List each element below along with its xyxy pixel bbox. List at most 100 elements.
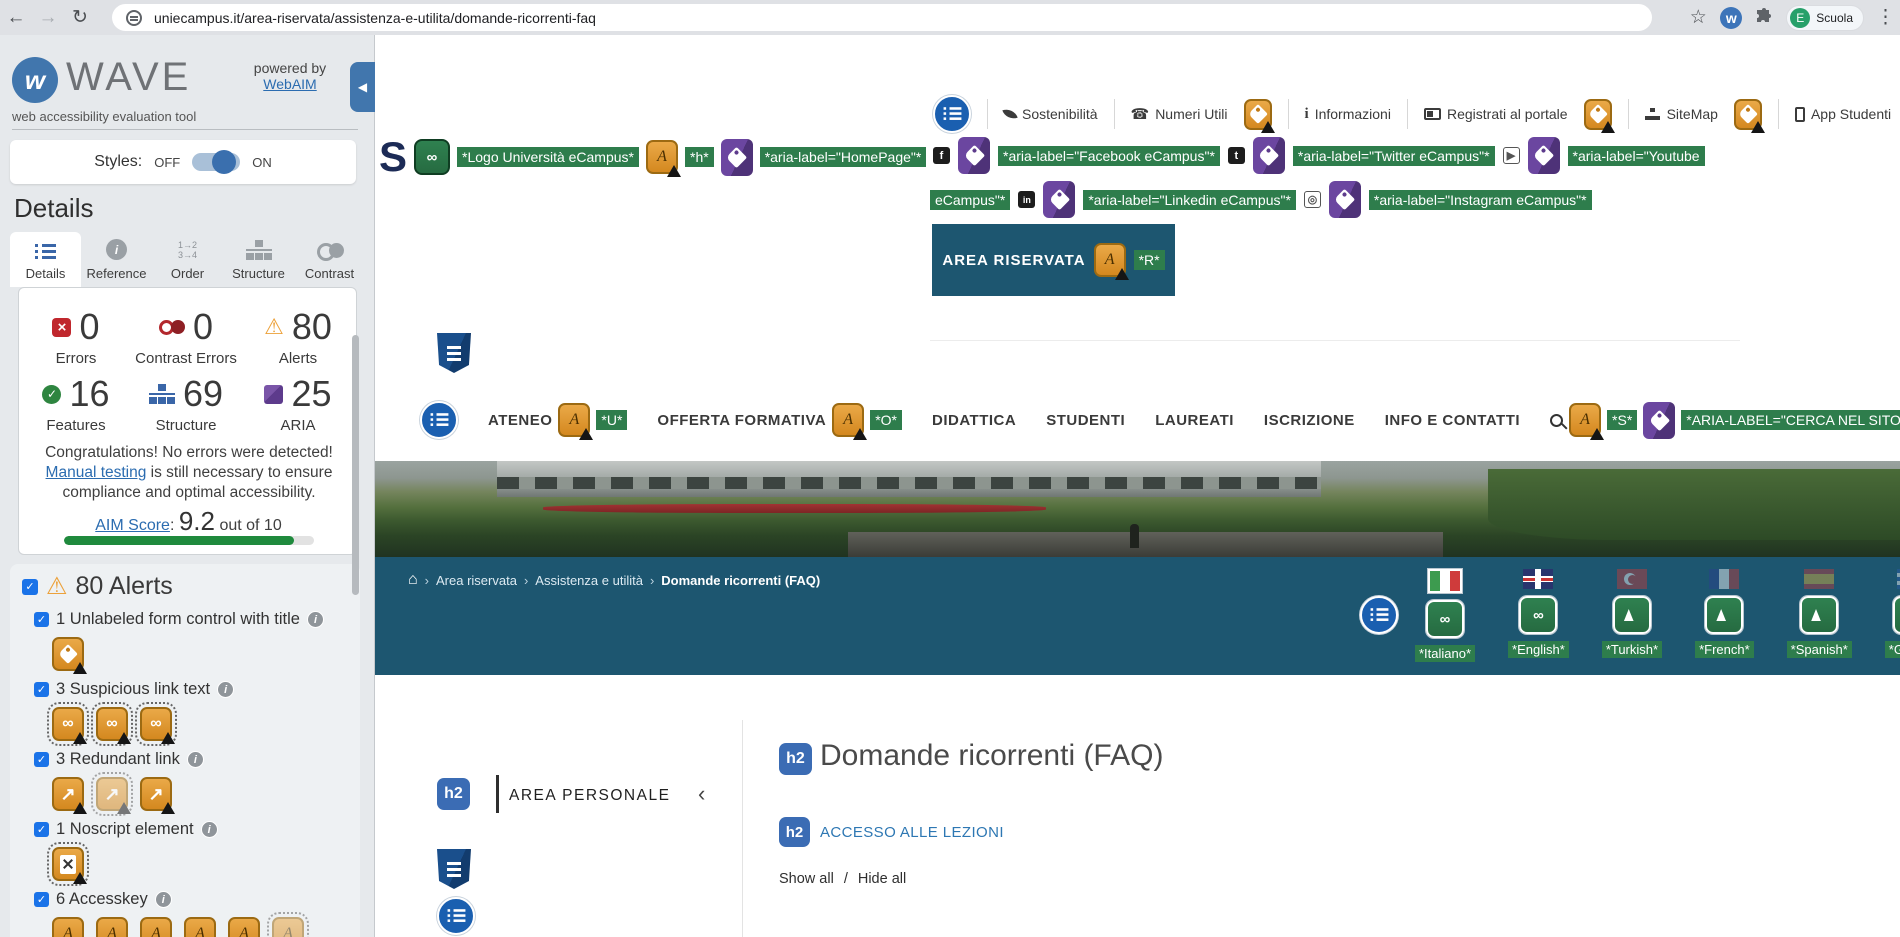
link-alert-icon[interactable]: ∞ xyxy=(47,702,89,746)
manual-testing-link[interactable]: Manual testing xyxy=(46,464,147,481)
collapse-menu-icon[interactable]: ‹ xyxy=(698,781,705,807)
toggle-knob[interactable] xyxy=(212,150,237,174)
info-icon[interactable]: i xyxy=(306,611,324,628)
utility-numeri-utili[interactable]: ☎ Numeri Utili xyxy=(1131,105,1228,123)
instagram-icon[interactable]: ◎ xyxy=(1303,191,1321,208)
hide-all-link[interactable]: Hide all xyxy=(858,871,906,887)
breadcrumb-assistenza[interactable]: Assistenza e utilità xyxy=(535,573,643,588)
lang-english[interactable]: ∞ *English* xyxy=(1508,569,1569,662)
accesskey-marker-icon[interactable] xyxy=(1583,98,1615,133)
utility-sostenibilita[interactable]: Sostenibilità xyxy=(1002,106,1098,122)
info-icon[interactable]: i xyxy=(154,891,172,908)
utility-informazioni[interactable]: i Informazioni xyxy=(1305,106,1391,123)
twitter-icon[interactable]: t xyxy=(1227,147,1245,164)
utility-app-studenti[interactable]: App Studenti xyxy=(1794,106,1891,122)
accesskey-alert-icon[interactable]: A xyxy=(267,912,309,937)
menu-list-icon[interactable] xyxy=(437,897,475,935)
accesskey-alert-icon[interactable]: A xyxy=(96,917,128,937)
webaim-link[interactable]: WebAIM xyxy=(263,76,316,92)
nav-item-laureati[interactable]: LAUREATI xyxy=(1155,412,1234,429)
accesskey-marker-icon[interactable]: A xyxy=(646,140,681,177)
link-alert-icon[interactable]: ∞ xyxy=(135,702,177,746)
accesskey-marker-icon[interactable]: A xyxy=(1093,243,1129,280)
tab-reference[interactable]: i Reference xyxy=(81,232,152,287)
area-personale-menu[interactable]: AREA PERSONALE xyxy=(509,787,670,805)
aria-label-icon[interactable] xyxy=(1643,401,1676,439)
tab-contrast[interactable]: Contrast xyxy=(294,232,365,287)
site-settings-icon[interactable] xyxy=(126,9,142,26)
alerts-master-checkbox[interactable]: ✓ xyxy=(22,578,38,595)
redundant-link-icon[interactable]: ↗ xyxy=(140,777,175,814)
accesskey-marker-icon[interactable] xyxy=(1243,98,1275,133)
panel-scrollbar-thumb[interactable] xyxy=(352,335,359,595)
alert-checkbox[interactable]: ✓ xyxy=(34,822,49,837)
info-icon[interactable]: i xyxy=(217,681,235,698)
accesskey-alert-icon[interactable]: A xyxy=(52,917,84,937)
profile-chip[interactable]: E Scuola xyxy=(1786,4,1864,31)
aria-label-icon[interactable] xyxy=(958,137,990,174)
wave-extension-icon[interactable]: w xyxy=(1720,6,1743,29)
alert-checkbox[interactable]: ✓ xyxy=(34,892,49,907)
section-link-accesso[interactable]: ACCESSO ALLE LEZIONI xyxy=(820,824,1004,841)
info-icon[interactable]: i xyxy=(186,751,204,768)
accesskey-marker-icon[interactable] xyxy=(1733,98,1765,133)
facebook-icon[interactable]: f xyxy=(933,147,950,164)
redundant-link-icon[interactable]: ↗ xyxy=(91,772,133,816)
form-tag-alert-icon[interactable] xyxy=(52,637,87,674)
nav-hamburger-icon[interactable] xyxy=(420,401,458,439)
accesskey-marker-icon[interactable]: A xyxy=(558,403,594,440)
home-icon[interactable]: ⌂ xyxy=(408,571,418,589)
tab-order[interactable]: 1→2 3→4 Order xyxy=(152,232,223,287)
alert-checkbox[interactable]: ✓ xyxy=(34,682,49,697)
nav-link[interactable]: ATENEO xyxy=(488,412,552,429)
url-text[interactable]: uniecampus.it/area-riservata/assistenza-… xyxy=(154,10,596,26)
nav-link[interactable]: OFFERTA FORMATIVA xyxy=(657,412,826,429)
nav-item-info-e-contatti[interactable]: INFO E CONTATTI xyxy=(1385,412,1520,429)
nav-item-studenti[interactable]: STUDENTI xyxy=(1046,412,1125,429)
lang-italiano[interactable]: ∞ *Italiano* xyxy=(1415,569,1476,662)
aria-label-icon[interactable] xyxy=(1043,181,1076,218)
bookmark-star-icon[interactable]: ☆ xyxy=(1688,6,1708,29)
forward-icon[interactable]: → xyxy=(32,7,64,29)
nav-item-iscrizione[interactable]: ISCRIZIONE xyxy=(1264,412,1355,429)
aria-label-icon[interactable] xyxy=(1252,137,1285,174)
styles-toggle[interactable] xyxy=(192,150,241,174)
lang-greek[interactable]: *Greek* xyxy=(1884,569,1900,662)
tab-details[interactable]: Details xyxy=(10,232,81,287)
hamburger-menu-icon[interactable] xyxy=(933,95,971,133)
aria-label-icon[interactable] xyxy=(1328,181,1361,218)
alert-checkbox[interactable]: ✓ xyxy=(34,752,49,767)
aria-label-icon[interactable] xyxy=(1527,137,1560,174)
utility-sitemap[interactable]: SiteMap xyxy=(1645,106,1718,122)
accesskey-alert-icon[interactable]: A xyxy=(140,917,172,937)
browser-menu-icon[interactable]: ⋮ xyxy=(1876,6,1895,29)
lang-turkish[interactable]: *Turkish* xyxy=(1601,569,1663,662)
lang-spanish[interactable]: *Spanish* xyxy=(1786,569,1852,662)
utility-registrati[interactable]: Registrati al portale xyxy=(1423,106,1568,122)
breadcrumb-area-riservata[interactable]: Area riservata xyxy=(436,573,517,588)
alert-checkbox[interactable]: ✓ xyxy=(34,612,49,627)
aim-score-link[interactable]: AIM Score xyxy=(95,517,170,534)
show-all-link[interactable]: Show all xyxy=(779,871,834,887)
noscript-alert-icon[interactable] xyxy=(47,842,89,886)
linkedin-icon[interactable]: in xyxy=(1018,191,1036,208)
address-bar[interactable]: uniecampus.it/area-riservata/assistenza-… xyxy=(112,4,1652,31)
info-icon[interactable]: i xyxy=(200,821,218,838)
reload-icon[interactable]: ↻ xyxy=(64,6,96,29)
language-menu-icon[interactable] xyxy=(1360,596,1398,634)
aria-label-icon[interactable] xyxy=(720,138,753,176)
accesskey-marker-icon[interactable]: A xyxy=(832,403,868,440)
accesskey-alert-icon[interactable]: A xyxy=(228,917,260,937)
back-icon[interactable]: ← xyxy=(0,7,32,29)
link-alert-icon[interactable]: ∞ xyxy=(91,702,133,746)
logo-letter[interactable]: S xyxy=(379,133,407,181)
lang-french[interactable]: *French* xyxy=(1695,569,1754,662)
accesskey-marker-icon[interactable]: A xyxy=(1569,403,1605,440)
collapse-panel-button[interactable]: ◀ xyxy=(350,62,375,112)
redundant-link-icon[interactable]: ↗ xyxy=(52,777,87,814)
nav-item-didattica[interactable]: DIDATTICA xyxy=(932,412,1016,429)
area-riservata-button[interactable]: AREA RISERVATA A *R* xyxy=(932,224,1175,296)
youtube-icon[interactable]: ▶ xyxy=(1502,147,1520,164)
accesskey-alert-icon[interactable]: A xyxy=(184,917,216,937)
linked-image-icon[interactable]: ∞ xyxy=(414,139,451,175)
